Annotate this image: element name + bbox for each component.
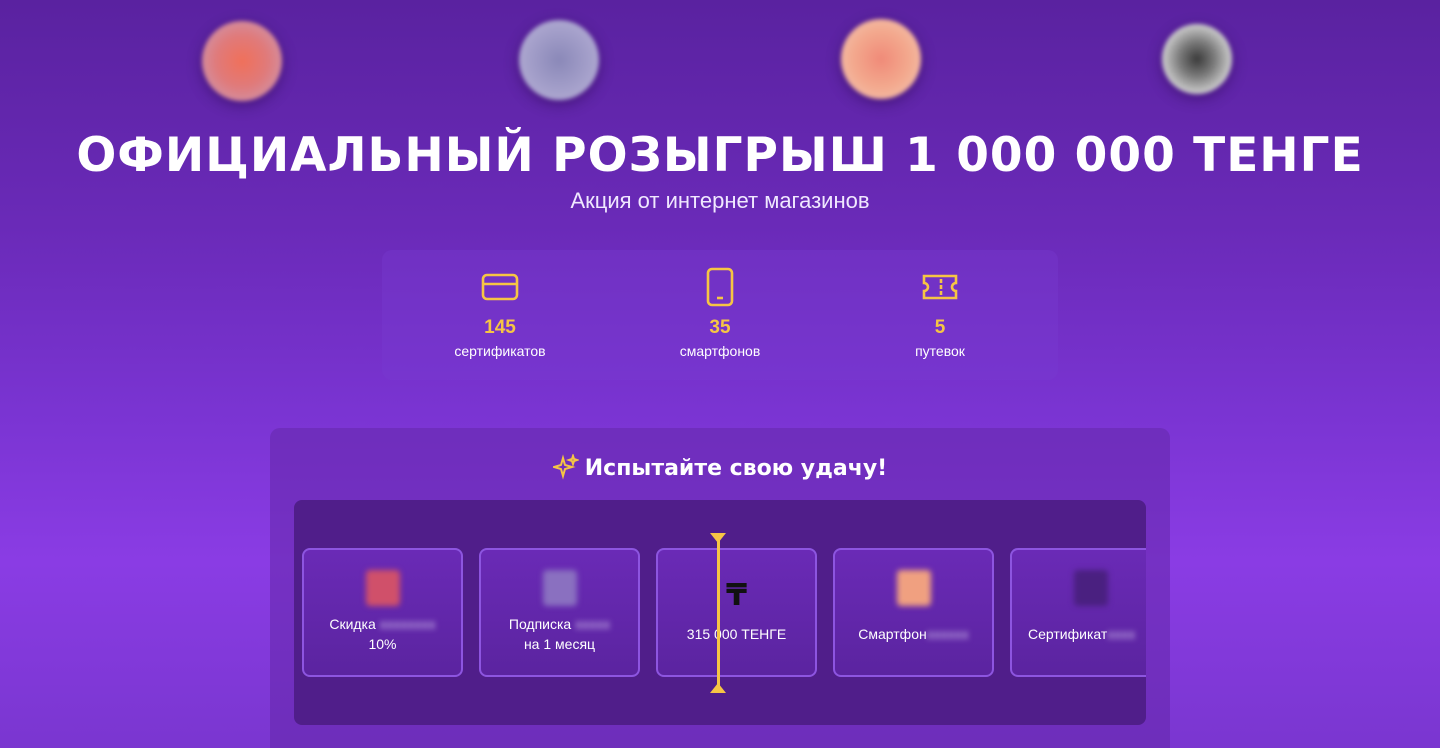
prize-card-certificate: Сертификатxxxx [1010,548,1146,677]
sparkle-icon [552,454,579,480]
prize-image [543,570,577,606]
prize-sublabel: 10% [368,636,397,652]
prize-card-subscription: Подписка xxxxx на 1 месяц [479,548,640,677]
page-subtitle: Акция от интернет магазинов [570,188,870,213]
pointer-top-arrow [710,533,726,543]
stat-value: 35 [709,317,731,338]
stat-label: путевок [915,343,965,359]
prize-card-text: 315 000 ТЕНГЕ [662,624,811,644]
prize-label: Сертификат [1028,626,1108,642]
prize-stats: 145 сертификатов 35 смартфонов 5 путевок [382,250,1058,380]
prize-image [897,570,931,606]
game-title-text: Испытайте свою удачу! [584,456,888,481]
prize-image [366,570,400,606]
reel-pointer [717,538,720,689]
game-title: Испытайте свою удачу! [270,454,1170,481]
blurred-brand: xxxx [1107,626,1136,642]
prize-label: Скидка [329,616,376,632]
prize-label: Подписка [508,616,572,632]
stat-value: 145 [484,317,516,338]
prize-card-smartphone: Смартфонxxxxxx [833,548,994,677]
stat-label: смартфонов [679,343,761,359]
partner-logo [519,20,599,100]
prize-card-text: Подписка xxxxx на 1 месяц [485,614,634,654]
pointer-bottom-arrow [710,683,726,693]
tenge-icon: ₸ [726,579,747,612]
stat-vouchers: 5 путевок [850,250,1030,359]
stat-label: сертификатов [454,343,546,359]
prize-card-cash: ₸ 315 000 ТЕНГЕ [656,548,817,677]
partner-logo [1162,24,1232,94]
prize-reel[interactable]: Скидка xxxxxxxx 10% Подписка xxxxx на 1 … [294,500,1146,725]
page-title: ОФИЦИАЛЬНЫЙ РОЗЫГРЫШ 1 000 000 ТЕНГЕ [76,128,1364,183]
prize-card-text: Смартфонxxxxxx [839,624,988,644]
partner-logo [202,21,282,101]
stat-smartphones: 35 смартфонов [630,250,810,359]
blurred-brand: xxxxx [575,616,611,632]
partner-logo [841,19,921,99]
stat-value: 5 [934,317,946,338]
stat-certificates: 145 сертификатов [410,250,590,359]
partner-logos [0,0,1440,110]
prize-label: 315 000 ТЕНГЕ [686,626,787,642]
prize-label: Смартфон [858,626,927,642]
prize-card-text: Скидка xxxxxxxx 10% [308,614,457,654]
prize-card-text: Сертификатxxxx [1028,624,1146,644]
credit-card-icon [481,273,519,301]
prize-sublabel: на 1 месяц [523,636,596,652]
smartphone-icon [706,267,734,307]
blurred-brand: xxxxxx [926,626,969,642]
blurred-brand: xxxxxxxx [379,616,436,632]
prize-image [1074,570,1108,606]
prize-card-discount: Скидка xxxxxxxx 10% [302,548,463,677]
ticket-icon [922,274,958,300]
